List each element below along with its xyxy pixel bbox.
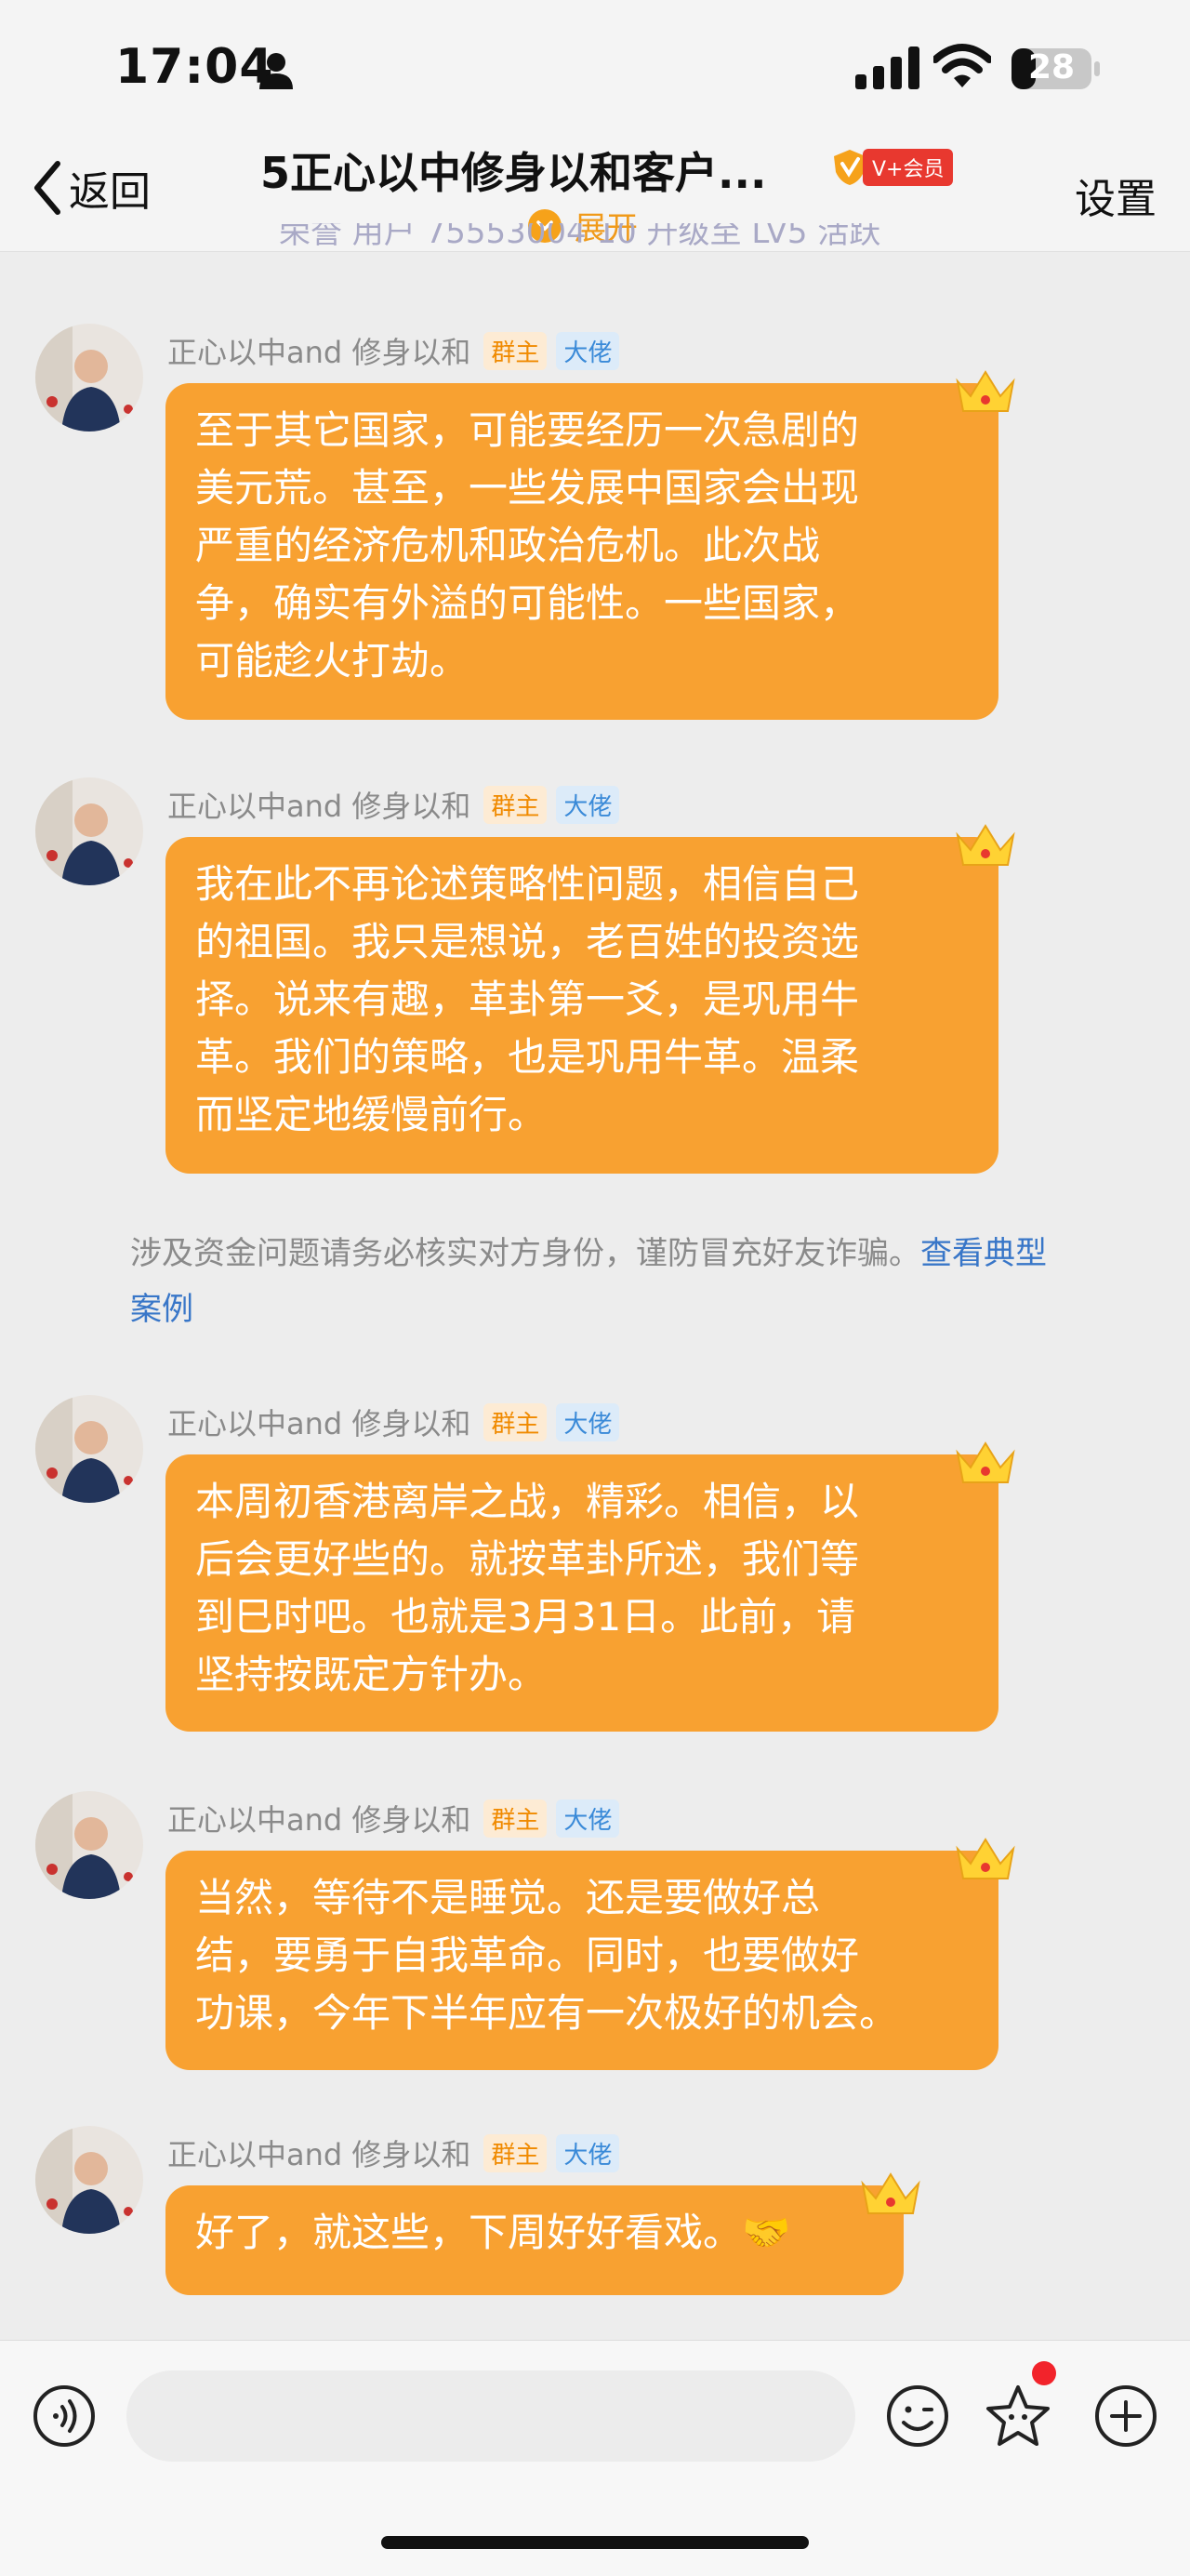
owner-tag: 群主 xyxy=(483,2133,548,2172)
boss-tag: 大佬 xyxy=(556,1402,620,1441)
message-line: 严重的经济危机和政治危机。此次战 xyxy=(195,523,821,568)
message-line: 结，要勇于自我革命。同时，也要做好 xyxy=(195,1932,860,1978)
boss-tag: 大佬 xyxy=(556,331,620,370)
chevron-left-icon xyxy=(34,161,60,215)
owner-tag: 群主 xyxy=(483,785,548,824)
message-line: 后会更好些的。就按革卦所述，我们等 xyxy=(195,1536,860,1582)
voice-input-icon[interactable] xyxy=(32,2383,97,2449)
message-line: 美元荒。甚至，一些发展中国家会出现 xyxy=(195,465,860,511)
message-bubble[interactable]: 好了，就这些，下周好好看戏。🤝 xyxy=(165,2185,904,2295)
chat-title[interactable]: 5正心以中修身以和客户... xyxy=(260,139,766,201)
message-line: 功课，今年下半年应有一次极好的机会。 xyxy=(195,1990,899,2036)
message-line: 争，确实有外溢的可能性。一些国家， xyxy=(195,580,860,626)
message-input[interactable] xyxy=(126,2370,855,2462)
person-icon xyxy=(259,53,293,89)
vip-badge[interactable]: V+会员 xyxy=(831,147,954,188)
owner-tag: 群主 xyxy=(483,1402,548,1441)
sender-row: 正心以中and 修身以和 群主 大佬 xyxy=(167,2131,620,2174)
crown-icon xyxy=(861,2172,920,2214)
back-label: 返回 xyxy=(69,168,151,216)
message-line: 可能趁火打劫。 xyxy=(195,638,469,684)
message-line: 本周初香港离岸之战，精彩。相信，以 xyxy=(195,1479,860,1524)
message-line: 当然，等待不是睡觉。还是要做好总 xyxy=(195,1875,821,1920)
message-line: 革。我们的策略，也是巩用牛革。温柔 xyxy=(195,1034,860,1080)
message-bubble[interactable]: 当然，等待不是睡觉。还是要做好总 结，要勇于自我革命。同时，也要做好 功课，今年… xyxy=(165,1851,998,2070)
warning-text: 涉及资金问题请务必核实对方身份，谨防冒充好友诈骗。 xyxy=(130,1235,920,1272)
input-bar xyxy=(0,2340,1190,2576)
message-line: 我在此不再论述策略性问题，相信自己 xyxy=(195,861,860,907)
message-line: 好了，就这些，下周好好看戏。🤝 xyxy=(195,2210,791,2255)
message-line: 的祖国。我只是想说，老百姓的投资选 xyxy=(195,919,860,964)
message-bubble[interactable]: 我在此不再论述策略性问题，相信自己 的祖国。我只是想说，老百姓的投资选 择。说来… xyxy=(165,837,998,1174)
emoji-icon[interactable] xyxy=(885,2383,950,2449)
vip-label: V+会员 xyxy=(863,149,954,186)
message-bubble[interactable]: 至于其它国家，可能要经历一次急剧的 美元荒。甚至，一些发展中国家会出现 严重的经… xyxy=(165,383,998,720)
sender-name[interactable]: 正心以中and 修身以和 xyxy=(167,783,470,826)
home-indicator[interactable] xyxy=(381,2536,809,2549)
avatar[interactable] xyxy=(35,1791,143,1899)
sender-name[interactable]: 正心以中and 修身以和 xyxy=(167,2131,470,2174)
message-line: 而坚定地缓慢前行。 xyxy=(195,1092,548,1137)
message-line: 坚持按既定方针办。 xyxy=(195,1652,548,1697)
battery-level: 28 xyxy=(1027,48,1076,86)
sender-name[interactable]: 正心以中and 修身以和 xyxy=(167,1797,470,1839)
sender-row: 正心以中and 修身以和 群主 大佬 xyxy=(167,1797,620,1839)
sender-name[interactable]: 正心以中and 修身以和 xyxy=(167,1401,470,1443)
avatar[interactable] xyxy=(35,324,143,432)
message-line: 择。说来有趣，革卦第一爻，是巩用牛 xyxy=(195,976,860,1022)
status-time: 17:04 xyxy=(115,39,274,95)
message-line: 到巳时吧。也就是3月31日。此前，请 xyxy=(195,1594,856,1640)
sender-name[interactable]: 正心以中and 修身以和 xyxy=(167,329,470,372)
settings-button[interactable]: 设置 xyxy=(1075,166,1157,225)
sticker-star-icon[interactable] xyxy=(984,2382,1052,2450)
wifi-icon xyxy=(933,44,991,87)
avatar[interactable] xyxy=(35,2126,143,2234)
back-button[interactable]: 返回 xyxy=(32,160,151,216)
crown-icon xyxy=(956,1441,1015,1483)
system-notice: 荣誉 用户 75553004 10 升级至 LV5 活跃 xyxy=(279,223,881,251)
message-line: 至于其它国家，可能要经历一次急剧的 xyxy=(195,407,860,453)
status-bar: 17:04 28 xyxy=(0,0,1190,121)
cellular-signal-icon xyxy=(855,46,919,89)
crown-icon xyxy=(956,824,1015,866)
plus-icon[interactable] xyxy=(1093,2383,1158,2449)
crown-icon xyxy=(956,1838,1015,1879)
avatar[interactable] xyxy=(35,777,143,885)
crown-icon xyxy=(956,370,1015,412)
fraud-warning: 涉及资金问题请务必核实对方身份，谨防冒充好友诈骗。查看典型案例 xyxy=(130,1226,1069,1337)
sender-row: 正心以中and 修身以和 群主 大佬 xyxy=(167,1401,620,1443)
boss-tag: 大佬 xyxy=(556,2133,620,2172)
avatar[interactable] xyxy=(35,1395,143,1503)
boss-tag: 大佬 xyxy=(556,1799,620,1838)
boss-tag: 大佬 xyxy=(556,785,620,824)
notification-dot xyxy=(1032,2361,1056,2385)
message-bubble[interactable]: 本周初香港离岸之战，精彩。相信，以 后会更好些的。就按革卦所述，我们等 到巳时吧… xyxy=(165,1454,998,1732)
owner-tag: 群主 xyxy=(483,1799,548,1838)
sender-row: 正心以中and 修身以和 群主 大佬 xyxy=(167,329,620,372)
sender-row: 正心以中and 修身以和 群主 大佬 xyxy=(167,783,620,826)
owner-tag: 群主 xyxy=(483,331,548,370)
